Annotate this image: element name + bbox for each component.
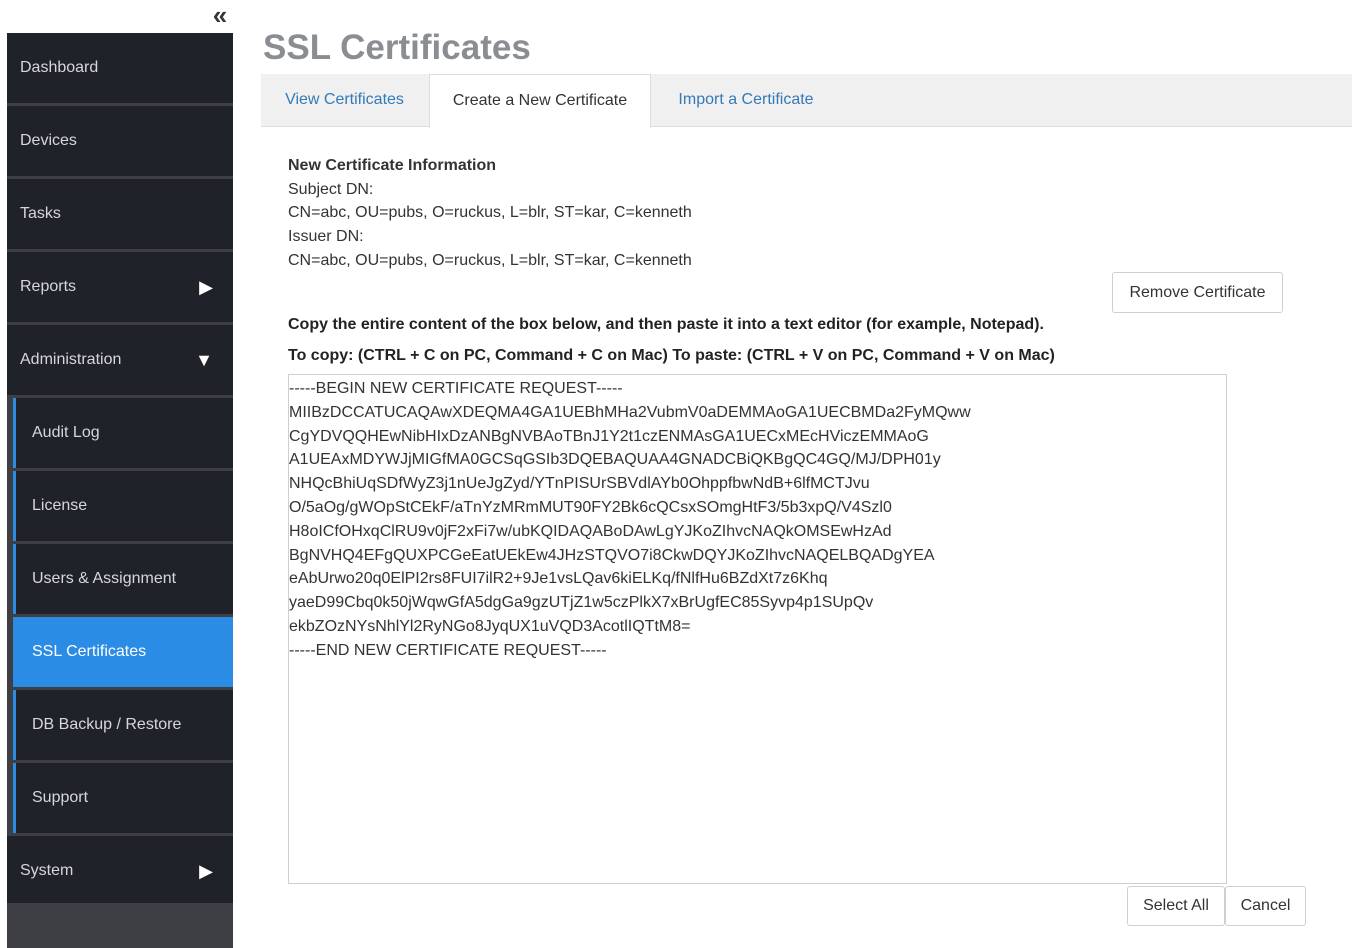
sidebar-item-label: DB Backup / Restore [32,716,182,733]
subject-dn-value: CN=abc, OU=pubs, O=ruckus, L=blr, ST=kar… [288,204,692,222]
sidebar-item-label: Reports [20,278,77,295]
sidebar-item-ssl-certificates[interactable]: SSL Certificates [13,617,233,687]
remove-certificate-button[interactable]: Remove Certificate [1112,272,1283,313]
cancel-button[interactable]: Cancel [1225,886,1306,926]
sidebar-item-support[interactable]: Support [13,763,233,833]
sidebar-item-administration[interactable]: Administration ▼ [7,325,233,395]
copy-paste-shortcuts: To copy: (CTRL + C on PC, Command + C on… [288,347,1055,364]
sidebar-footer [7,903,233,948]
expand-arrow-icon: ▶ [199,861,213,881]
sidebar-item-label: Tasks [20,205,61,222]
sidebar-item-label: Audit Log [32,424,100,441]
collapse-sidebar-icon[interactable]: « [205,0,235,30]
collapse-arrow-icon: ▼ [195,350,213,370]
sidebar-item-system[interactable]: System ▶ [7,836,233,906]
sidebar-item-devices[interactable]: Devices [7,106,233,176]
page-title: SSL Certificates [263,28,531,67]
certificate-info-heading: New Certificate Information [288,157,497,174]
sidebar-item-dashboard[interactable]: Dashboard [7,33,233,103]
sidebar-item-label: Dashboard [20,59,99,76]
subject-dn-label: Subject DN: [288,180,374,198]
csr-textarea[interactable]: -----BEGIN NEW CERTIFICATE REQUEST----- … [288,374,1227,884]
tab-bar: View Certificates Create a New Certifica… [261,74,1352,128]
sidebar-item-label: Users & Assignment [32,570,177,587]
tab-create-new-certificate[interactable]: Create a New Certificate [429,74,651,128]
certificate-info: New Certificate Information Subject DN: … [288,154,692,273]
issuer-dn-label: Issuer DN: [288,228,364,246]
select-all-button[interactable]: Select All [1127,886,1225,926]
tab-import-certificate[interactable]: Import a Certificate [657,74,835,127]
sidebar-item-audit-log[interactable]: Audit Log [13,398,233,468]
sidebar-item-label: SSL Certificates [32,643,147,660]
main-content: SSL Certificates View Certificates Creat… [261,0,1352,948]
sidebar-item-reports[interactable]: Reports ▶ [7,252,233,322]
sidebar-item-label: Administration [20,351,122,368]
sidebar-item-tasks[interactable]: Tasks [7,179,233,249]
sidebar-item-label: Devices [20,132,77,149]
sidebar-item-db-backup-restore[interactable]: DB Backup / Restore [13,690,233,760]
sidebar-item-label: License [32,497,88,514]
sidebar-item-users-assignment[interactable]: Users & Assignment [13,544,233,614]
sidebar: Dashboard Devices Tasks Reports ▶ Admini… [7,33,233,948]
tab-view-certificates[interactable]: View Certificates [261,74,428,127]
sidebar-item-label: Support [32,789,89,806]
sidebar-item-license[interactable]: License [13,471,233,541]
sidebar-item-label: System [20,862,74,879]
issuer-dn-value: CN=abc, OU=pubs, O=ruckus, L=blr, ST=kar… [288,251,692,269]
copy-instructions: Copy the entire content of the box below… [288,316,1044,333]
expand-arrow-icon: ▶ [199,277,213,297]
